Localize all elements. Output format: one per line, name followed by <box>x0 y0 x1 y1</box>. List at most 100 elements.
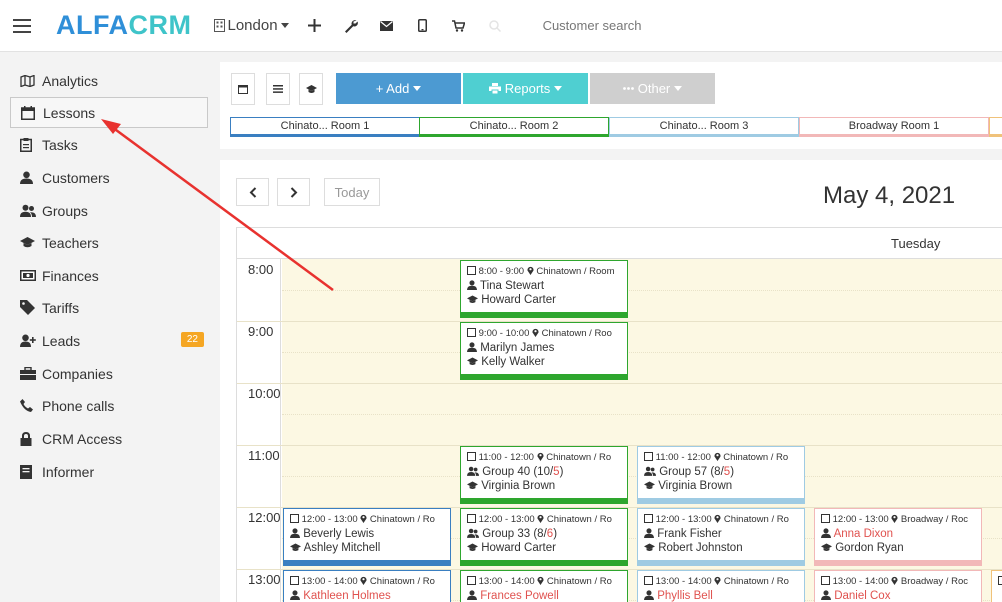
other-button[interactable]: Other <box>590 73 715 104</box>
graduation-cap-icon <box>467 542 478 554</box>
lesson-participant: Kathleen Holmes <box>303 590 391 602</box>
sidebar-item-leads[interactable]: Leads 22 <box>10 325 208 356</box>
room-tab[interactable]: Chinato... Room 2 <box>419 117 609 137</box>
sidebar-item-finances[interactable]: Finances <box>10 260 208 291</box>
wrench-icon[interactable] <box>333 0 369 52</box>
checkbox-icon[interactable] <box>467 452 476 463</box>
lesson-block[interactable] <box>991 570 1002 602</box>
lesson-room-color-bar <box>815 560 981 565</box>
lesson-location: Chinatown / Ro <box>546 514 612 525</box>
hour-line <box>237 383 1002 384</box>
lesson-block[interactable]: 12:00 - 13:00 Broadway / Roc Anna Dixon … <box>814 508 982 566</box>
lesson-block[interactable]: 13:00 - 14:00 Broadway / Roc Daniel Cox <box>814 570 982 602</box>
add-icon[interactable] <box>297 0 333 52</box>
room-tab[interactable]: Chinato... Room 1 <box>230 117 420 137</box>
checkbox-icon[interactable] <box>290 576 299 587</box>
map-marker-icon <box>714 452 721 463</box>
checkbox-icon[interactable] <box>821 514 830 525</box>
sidebar-item-teachers[interactable]: Teachers <box>10 227 208 258</box>
lesson-block[interactable]: 9:00 - 10:00 Chinatown / Roo Marilyn Jam… <box>460 322 628 380</box>
today-button[interactable]: Today <box>324 178 380 206</box>
lesson-time: 12:00 - 13:00 <box>301 514 358 525</box>
lesson-block[interactable]: 12:00 - 13:00 Chinatown / Ro Beverly Lew… <box>283 508 451 566</box>
customer-search-input[interactable]: Customer search <box>543 18 642 33</box>
reports-button[interactable]: Reports <box>463 73 588 104</box>
lesson-location: Chinatown / Ro <box>723 576 789 587</box>
lesson-location: Chinatown / Ro <box>546 452 612 463</box>
graduation-cap-icon <box>305 84 317 93</box>
sidebar-item-phone-calls[interactable]: Phone calls <box>10 390 208 421</box>
checkbox-icon[interactable] <box>998 575 1002 589</box>
cart-icon[interactable] <box>441 0 477 52</box>
checkbox-icon[interactable] <box>644 452 653 463</box>
lesson-participant-tail: ) <box>559 466 564 478</box>
users-icon <box>20 204 42 217</box>
sidebar-item-tasks[interactable]: Tasks <box>10 129 208 160</box>
sidebar-item-groups[interactable]: Groups <box>10 195 208 226</box>
lesson-block[interactable]: 11:00 - 12:00 Chinatown / Ro Group 40 (1… <box>460 446 628 504</box>
checkbox-icon[interactable] <box>467 328 476 339</box>
user-icon <box>821 590 831 602</box>
lesson-time: 8:00 - 9:00 <box>478 266 525 277</box>
checkbox-icon[interactable] <box>821 576 830 587</box>
sidebar-item-lessons[interactable]: Lessons <box>10 97 208 128</box>
sidebar-item-informer[interactable]: Informer <box>10 456 208 487</box>
menu-icon[interactable] <box>0 18 44 33</box>
lesson-teacher: Robert Johnston <box>658 542 743 554</box>
envelope-icon[interactable] <box>369 0 405 52</box>
sidebar-item-label: Phone calls <box>42 397 115 414</box>
view-list-button[interactable] <box>266 73 290 105</box>
lesson-block[interactable]: 12:00 - 13:00 Chinatown / Ro Frank Fishe… <box>637 508 805 566</box>
mobile-icon[interactable] <box>405 0 441 52</box>
checkbox-icon[interactable] <box>467 514 476 525</box>
graduation-cap-icon <box>467 356 478 368</box>
lesson-time: 9:00 - 10:00 <box>478 328 530 339</box>
checkbox-icon[interactable] <box>290 514 299 525</box>
calendar-icon <box>238 85 248 94</box>
building-icon <box>213 19 225 32</box>
lesson-block[interactable]: 13:00 - 14:00 Chinatown / Ro Kathleen Ho… <box>283 570 451 602</box>
checkbox-icon[interactable] <box>467 576 476 587</box>
sidebar-item-companies[interactable]: Companies <box>10 358 208 389</box>
room-tab[interactable] <box>989 117 1002 137</box>
checkbox-icon[interactable] <box>644 576 653 587</box>
sidebar-item-analytics[interactable]: Analytics <box>10 65 208 96</box>
search-icon[interactable] <box>477 0 513 52</box>
lesson-block[interactable]: 12:00 - 13:00 Chinatown / Ro Group 33 (8… <box>460 508 628 566</box>
leads-count-badge: 22 <box>180 332 204 347</box>
prev-button[interactable] <box>236 178 269 206</box>
tag-icon <box>20 300 42 315</box>
branch-select[interactable]: London <box>206 0 297 52</box>
map-marker-icon <box>891 514 898 525</box>
lesson-location: Broadway / Roc <box>900 514 968 525</box>
room-tab[interactable]: Broadway Room 1 <box>799 117 989 137</box>
calendar-date-title: May 4, 2021 <box>823 182 956 209</box>
lesson-block[interactable]: 8:00 - 9:00 Chinatown / Room Tina Stewar… <box>460 260 628 318</box>
add-button[interactable]: + Add <box>336 73 461 104</box>
checkbox-icon[interactable] <box>467 266 476 277</box>
sidebar-item-label: Tariffs <box>42 299 80 316</box>
sidebar-item-crm-access[interactable]: CRM Access <box>10 423 208 454</box>
map-marker-icon <box>537 452 544 463</box>
view-teachers-button[interactable] <box>299 73 323 105</box>
next-button[interactable] <box>277 178 310 206</box>
logo[interactable]: ALFACRM <box>56 10 192 41</box>
sidebar-item-label: Informer <box>42 463 95 480</box>
hour-label: 10:00 <box>248 386 281 401</box>
time-column: 8:00 9:00 10:00 11:00 12:00 13:00 <box>237 259 281 602</box>
lesson-participant: Daniel Cox <box>834 590 891 602</box>
calendar-grid: Tuesday 8:00 9:00 10:00 11:00 12:00 13:00 8:0… <box>236 227 1002 602</box>
lesson-room-color-bar <box>461 498 627 503</box>
caret-down-icon <box>413 86 422 91</box>
lesson-participant-tail: ) <box>553 528 558 540</box>
day-name: Tuesday <box>891 236 941 251</box>
lesson-block[interactable]: 13:00 - 14:00 Chinatown / Ro Phyllis Bel… <box>637 570 805 602</box>
checkbox-icon[interactable] <box>644 514 653 525</box>
sidebar-item-tariffs[interactable]: Tariffs <box>10 292 208 323</box>
room-tab[interactable]: Chinato... Room 3 <box>609 117 799 137</box>
lesson-block[interactable]: 11:00 - 12:00 Chinatown / Ro Group 57 (8… <box>637 446 805 504</box>
lesson-block[interactable]: 13:00 - 14:00 Chinatown / Ro Frances Pow… <box>460 570 628 602</box>
lesson-room-color-bar <box>638 498 804 503</box>
view-calendar-button[interactable] <box>231 73 255 105</box>
sidebar-item-customers[interactable]: Customers <box>10 162 208 193</box>
